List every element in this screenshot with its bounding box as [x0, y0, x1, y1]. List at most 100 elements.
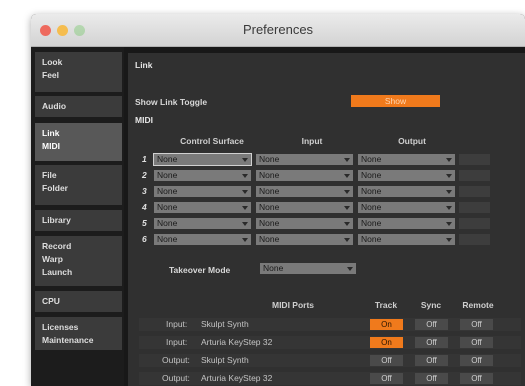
sync-toggle[interactable]: Off [415, 355, 448, 366]
select-value: None [361, 186, 382, 196]
select-value: None [361, 202, 382, 212]
sync-toggle[interactable]: Off [415, 319, 448, 330]
track-toggle[interactable]: Off [370, 373, 403, 384]
track-toggle[interactable]: On [370, 319, 403, 330]
input-select[interactable]: None [256, 154, 353, 165]
select-value: None [259, 154, 280, 164]
track-toggle[interactable]: Off [370, 355, 403, 366]
control-surface-select[interactable]: None [154, 218, 251, 229]
sync-toggle[interactable]: Off [415, 373, 448, 384]
midi-row-number: 5 [142, 218, 147, 228]
output-select[interactable]: None [358, 170, 455, 181]
tab-file-folder-label-2: Folder [42, 183, 68, 193]
chevron-down-icon [242, 238, 248, 242]
remote-toggle[interactable]: Off [460, 355, 493, 366]
tab-file-folder-label: File [42, 170, 57, 180]
input-select[interactable]: None [256, 202, 353, 213]
tab-look-feel[interactable]: Look Feel [35, 52, 122, 92]
chevron-down-icon [242, 158, 248, 162]
input-select[interactable]: None [256, 186, 353, 197]
edit-button[interactable] [459, 186, 490, 197]
tab-link-midi-label-2: MIDI [42, 141, 60, 151]
chevron-down-icon [344, 174, 350, 178]
select-value: None [157, 202, 178, 212]
tab-record-label: Record [42, 241, 72, 251]
midi-section-title: MIDI [135, 115, 153, 125]
sync-header: Sync [420, 300, 442, 310]
show-link-toggle-label: Show Link Toggle [135, 97, 208, 107]
tab-record-warp-launch[interactable]: Record Warp Launch [35, 236, 122, 286]
remote-header: Remote [462, 300, 494, 310]
select-value: None [259, 202, 280, 212]
output-select[interactable]: None [358, 186, 455, 197]
output-select[interactable]: None [358, 154, 455, 165]
midi-ports-header: MIDI Ports [271, 300, 315, 310]
select-value: None [259, 234, 280, 244]
tab-audio[interactable]: Audio [35, 96, 122, 117]
output-select[interactable]: None [358, 234, 455, 245]
edit-button[interactable] [459, 170, 490, 181]
control-surface-select[interactable]: None [154, 202, 251, 213]
midi-row-number: 1 [142, 154, 147, 164]
port-name: Arturia KeyStep 32 [201, 337, 273, 347]
edit-button[interactable] [459, 234, 490, 245]
show-link-toggle-button[interactable]: Show [351, 95, 440, 107]
chevron-down-icon [344, 206, 350, 210]
tab-cpu[interactable]: CPU [35, 291, 122, 312]
select-value: None [157, 154, 178, 164]
edit-button[interactable] [459, 218, 490, 229]
input-select[interactable]: None [256, 170, 353, 181]
select-value: None [259, 170, 280, 180]
control-surface-select[interactable]: None [153, 153, 252, 166]
select-value: None [157, 170, 178, 180]
tab-look-feel-label-2: Feel [42, 70, 60, 80]
chevron-down-icon [242, 190, 248, 194]
tab-licenses-label: Licenses [42, 322, 79, 332]
chevron-down-icon [344, 190, 350, 194]
output-header: Output [398, 136, 426, 146]
chevron-down-icon [446, 174, 452, 178]
tab-file-folder[interactable]: File Folder [35, 165, 122, 205]
edit-button[interactable] [459, 154, 490, 165]
chevron-down-icon [344, 238, 350, 242]
link-section-title: Link [135, 60, 153, 70]
tab-library-label: Library [42, 215, 71, 225]
select-value: None [361, 154, 382, 164]
tab-launch-label: Launch [42, 267, 73, 277]
select-value: None [361, 170, 382, 180]
output-select[interactable]: None [358, 202, 455, 213]
window-title: Preferences [242, 22, 314, 37]
output-select[interactable]: None [358, 218, 455, 229]
chevron-down-icon [446, 190, 452, 194]
midi-row-number: 3 [142, 186, 147, 196]
edit-button[interactable] [459, 202, 490, 213]
tab-link-midi[interactable]: Link MIDI [35, 123, 122, 161]
chevron-down-icon [446, 158, 452, 162]
port-name: Arturia KeyStep 32 [201, 373, 273, 383]
tab-licenses-maintenance[interactable]: Licenses Maintenance [35, 317, 122, 350]
title-bar: Preferences [31, 14, 525, 47]
input-select[interactable]: None [256, 234, 353, 245]
select-value: None [259, 186, 280, 196]
input-select[interactable]: None [256, 218, 353, 229]
port-direction: Input: [166, 337, 188, 347]
port-name: Skulpt Synth [201, 355, 249, 365]
tab-look-feel-label: Look [42, 57, 63, 67]
control-surface-select[interactable]: None [154, 170, 251, 181]
chevron-down-icon [344, 158, 350, 162]
control-surface-select[interactable]: None [154, 234, 251, 245]
tab-library[interactable]: Library [35, 210, 122, 231]
chevron-down-icon [446, 206, 452, 210]
remote-toggle[interactable]: Off [460, 373, 493, 384]
control-surface-select[interactable]: None [154, 186, 251, 197]
select-value: None [157, 186, 178, 196]
select-value: None [157, 234, 178, 244]
takeover-mode-select[interactable]: None [260, 263, 356, 274]
sync-toggle[interactable]: Off [415, 337, 448, 348]
track-toggle[interactable]: On [370, 337, 403, 348]
remote-toggle[interactable]: Off [460, 337, 493, 348]
track-header: Track [374, 300, 398, 310]
remote-toggle[interactable]: Off [460, 319, 493, 330]
port-direction: Output: [162, 373, 190, 383]
select-value: None [263, 263, 284, 273]
